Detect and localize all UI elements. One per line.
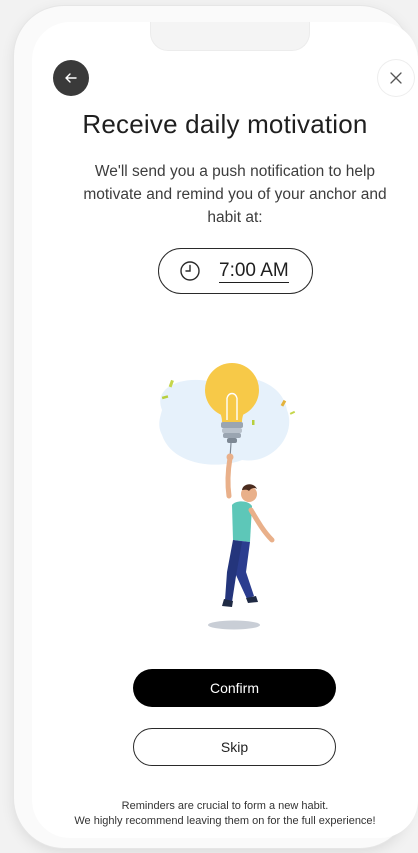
phone-frame: Receive daily motivation We'll send you … [14, 6, 418, 848]
back-button[interactable] [53, 60, 89, 96]
reminder-time-picker[interactable]: 7:00 AM [158, 248, 313, 294]
reminder-time-value: 7:00 AM [219, 259, 289, 283]
page-title: Receive daily motivation [82, 109, 368, 139]
skip-button[interactable]: Skip [133, 728, 336, 766]
confirm-button[interactable]: Confirm [133, 669, 336, 707]
app-screen: Receive daily motivation We'll send you … [32, 22, 418, 838]
stage: Receive daily motivation We'll send you … [0, 0, 418, 853]
reminder-note: Reminders are crucial to form a new habi… [32, 799, 418, 829]
arrow-left-icon [63, 70, 79, 86]
close-button[interactable] [378, 60, 414, 96]
reminder-note-line2: We highly recommend leaving them on for … [74, 815, 376, 827]
phone-notch [150, 22, 310, 51]
clock-icon [179, 260, 201, 282]
close-icon [388, 70, 404, 86]
reminder-note-line1: Reminders are crucial to form a new habi… [121, 800, 329, 812]
description-text: We'll send you a push notification to he… [83, 163, 387, 226]
lightbulb-balloon-person-illustration [132, 340, 312, 630]
